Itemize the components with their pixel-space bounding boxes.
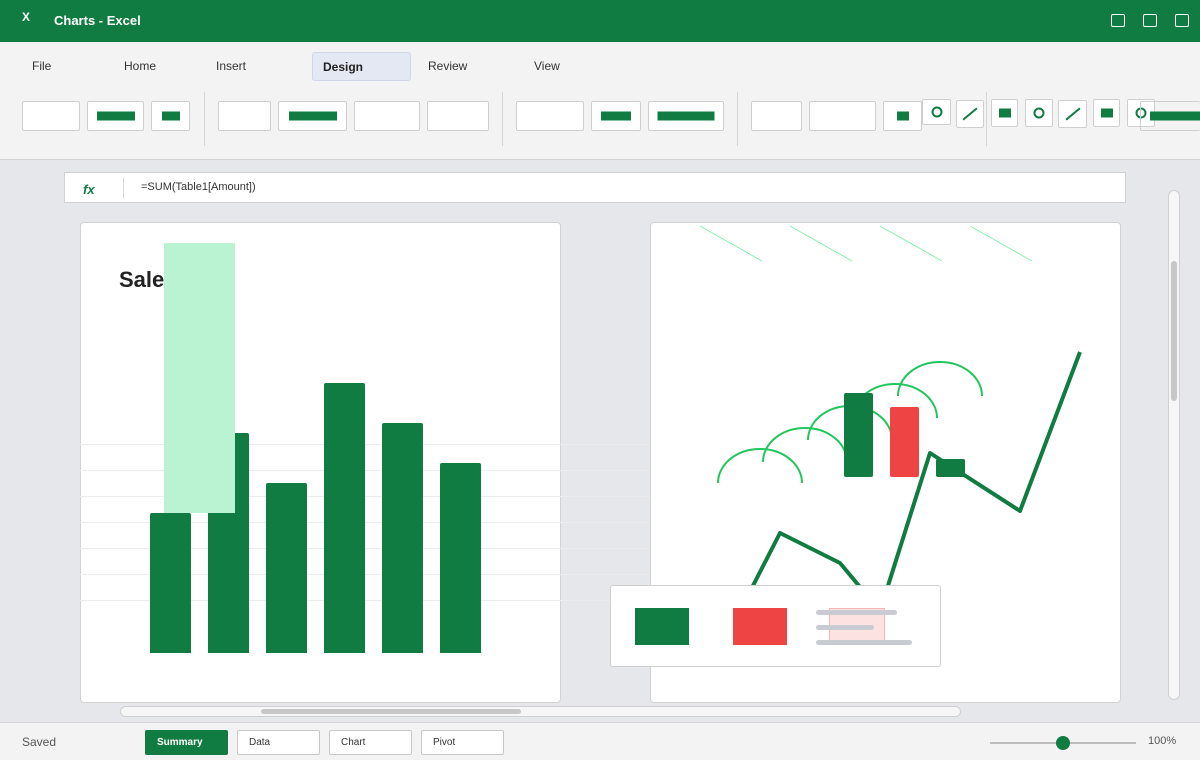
window-title: Charts - Excel <box>54 13 141 28</box>
line-icon <box>962 107 978 121</box>
selection-highlight-block <box>164 243 235 513</box>
rect-icon <box>998 108 1011 118</box>
arc-shape <box>717 448 803 484</box>
ribbon-tool-blank[interactable] <box>516 101 584 131</box>
hatch-line <box>879 225 943 262</box>
horizontal-scroll-thumb[interactable] <box>261 709 521 714</box>
ribbon-tool-blank[interactable] <box>751 101 802 131</box>
chart-legend[interactable] <box>610 585 941 667</box>
formula-input[interactable]: =SUM(Table1[Amount]) <box>141 181 256 193</box>
close-button[interactable] <box>1175 14 1189 27</box>
bar-chart-title: Sale <box>119 267 165 292</box>
sheet-tab-pivot[interactable]: Pivot <box>421 730 504 755</box>
hatch-line <box>969 225 1033 262</box>
bar-icon <box>657 111 715 121</box>
vertical-scroll-thumb[interactable] <box>1171 261 1177 401</box>
arc-shape <box>762 427 848 463</box>
decorative-hatch-lines <box>699 225 1033 262</box>
ribbon-tool-bar[interactable] <box>87 101 144 131</box>
tab-design[interactable]: Design <box>312 52 411 81</box>
excel-logo-icon: X <box>22 10 31 24</box>
hatch-line <box>699 225 763 262</box>
horizontal-scrollbar[interactable] <box>120 706 961 717</box>
ribbon-tool-bar[interactable] <box>591 101 641 131</box>
legend-line <box>816 625 874 630</box>
ribbon-tool-blank[interactable] <box>218 101 271 131</box>
zoom-slider-thumb[interactable] <box>1056 736 1070 750</box>
ribbon-tool-bar[interactable] <box>1140 101 1200 131</box>
bar-icon <box>161 111 180 121</box>
ribbon-tool-line[interactable] <box>1058 100 1087 128</box>
ribbon-tool-bar[interactable] <box>648 101 724 131</box>
bar-icon <box>288 111 337 121</box>
sheet-tab-summary[interactable]: Summary <box>145 730 228 755</box>
ribbon-tool-line[interactable] <box>956 100 984 128</box>
hatch-line <box>789 225 853 262</box>
tab-view[interactable]: View <box>524 52 584 81</box>
ribbon-separator <box>502 92 503 146</box>
ribbon-tool-blank[interactable] <box>354 101 420 131</box>
title-bar: X Charts - Excel <box>0 0 1200 42</box>
bar-column[interactable] <box>382 423 423 653</box>
sheet-tab-data[interactable]: Data <box>237 730 320 755</box>
ribbon-tool-rect[interactable] <box>883 101 922 131</box>
ribbon-separator <box>986 92 987 146</box>
ribbon-tool-circle[interactable] <box>922 99 951 125</box>
tab-home[interactable]: Home <box>114 52 184 81</box>
arc-shape <box>897 361 983 397</box>
rect-icon <box>896 111 909 121</box>
save-status: Saved <box>22 735 57 749</box>
tab-insert[interactable]: Insert <box>206 52 276 81</box>
ribbon-separator <box>737 92 738 146</box>
circle-icon <box>1033 107 1045 119</box>
zoom-level: 100% <box>1148 735 1177 747</box>
ribbon-tool-rect[interactable] <box>1093 99 1120 127</box>
line-series-path <box>738 351 1082 613</box>
status-bar: Saved Summary Data Chart Pivot 100% <box>0 722 1200 760</box>
ribbon-tool-bar[interactable] <box>278 101 347 131</box>
fx-label: fx <box>83 182 95 197</box>
vertical-scrollbar[interactable] <box>1168 190 1180 700</box>
formula-bar[interactable]: fx =SUM(Table1[Amount]) <box>64 172 1126 203</box>
ribbon-tool-blank[interactable] <box>22 101 80 131</box>
legend-swatch-red <box>733 608 787 645</box>
minimize-button[interactable] <box>1111 14 1125 27</box>
bar-icon <box>1150 111 1200 121</box>
legend-swatch-green <box>635 608 689 645</box>
maximize-button[interactable] <box>1143 14 1157 27</box>
bar-icon <box>96 111 135 121</box>
bar-column[interactable] <box>324 383 365 653</box>
candle-up <box>844 393 873 477</box>
legend-line <box>816 640 912 645</box>
ribbon-separator <box>204 92 205 146</box>
ribbon-tool-blank[interactable] <box>427 101 489 131</box>
tab-file[interactable]: File <box>22 52 82 81</box>
bar-column[interactable] <box>266 483 307 653</box>
candle-down <box>890 407 919 477</box>
ribbon-tool-rect[interactable] <box>991 99 1018 127</box>
legend-line <box>816 610 897 615</box>
bar-column[interactable] <box>440 463 481 653</box>
bar-column[interactable] <box>150 513 191 653</box>
ribbon-tool-bar[interactable] <box>151 101 190 131</box>
formula-divider <box>123 178 124 198</box>
circle-icon <box>931 106 942 118</box>
sheet-tab-chart[interactable]: Chart <box>329 730 412 755</box>
ribbon: File Home Insert Design Review View <box>0 42 1200 160</box>
ribbon-tool-blank[interactable] <box>809 101 876 131</box>
line-icon <box>1064 107 1081 121</box>
tab-review[interactable]: Review <box>418 52 498 81</box>
ribbon-tool-circle[interactable] <box>1025 99 1053 127</box>
bar-icon <box>601 111 631 121</box>
rect-icon <box>1100 108 1113 118</box>
